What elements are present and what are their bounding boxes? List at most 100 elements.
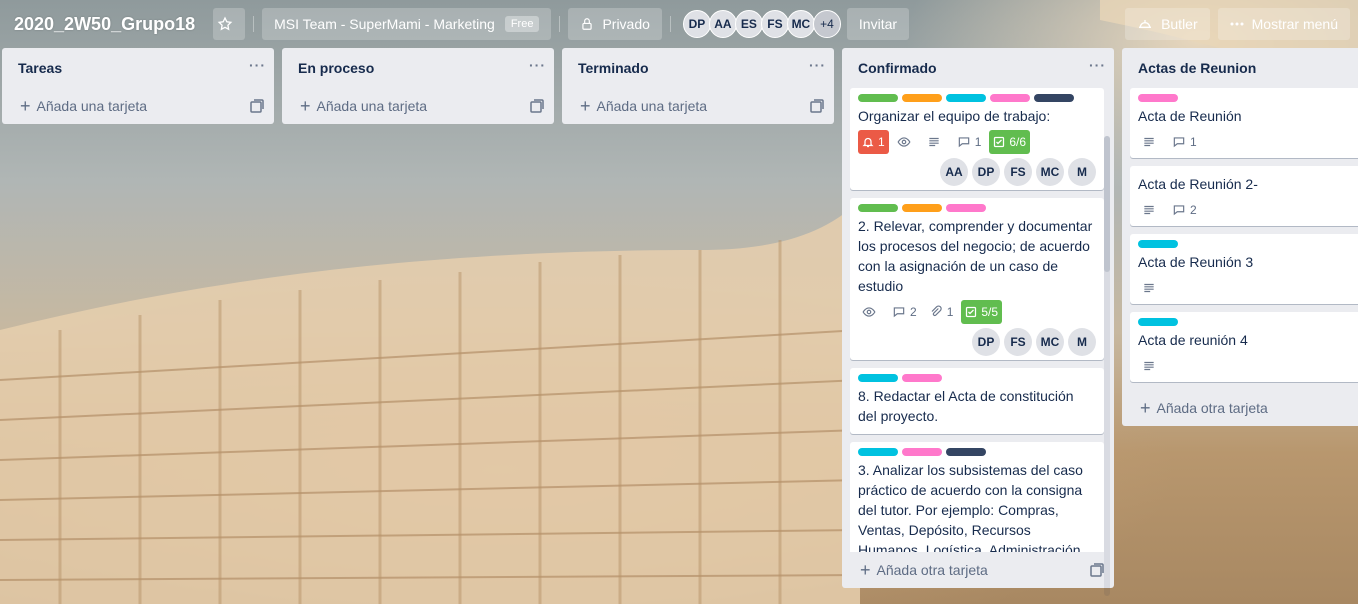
list-terminado: Terminado ··· + Añada una tarjeta (562, 48, 834, 124)
comment-icon (1173, 205, 1185, 216)
card[interactable]: Acta de Reunión 3 (1130, 234, 1358, 304)
header-separator (669, 16, 671, 32)
card-label[interactable] (1138, 318, 1178, 326)
card-labels (858, 204, 1096, 212)
list-menu-button[interactable]: ··· (809, 57, 826, 79)
card-label[interactable] (858, 204, 898, 212)
comment-icon (1173, 137, 1185, 148)
card[interactable]: Acta de Reunión 1 (1130, 88, 1358, 158)
due-badge[interactable]: 1 (858, 130, 889, 154)
description-badge (1138, 130, 1164, 154)
avatar[interactable]: AA (708, 10, 737, 38)
avatar[interactable]: FS (1004, 328, 1032, 356)
comment-icon (958, 137, 969, 148)
avatar[interactable]: MC (1036, 328, 1064, 356)
card[interactable]: 2. Relevar, comprender y documentar los … (850, 198, 1104, 360)
header-right: Butler Mostrar menú (1117, 8, 1350, 40)
list-title[interactable]: Actas de Reunion (1138, 60, 1256, 76)
card-label[interactable] (858, 94, 898, 102)
star-button[interactable] (213, 8, 246, 40)
card-label[interactable] (902, 374, 942, 382)
add-card-label: Añada otra tarjeta (876, 562, 988, 578)
add-card-button[interactable]: + Añada otra tarjeta (842, 552, 1114, 588)
ellipsis-icon (1230, 22, 1244, 26)
list-menu-button[interactable]: ··· (249, 57, 266, 79)
card-labels (858, 374, 1096, 382)
checklist-badge: 5/5 (961, 300, 1003, 324)
paperclip-icon (931, 305, 942, 317)
list-menu-button[interactable]: ··· (529, 57, 546, 79)
butler-icon (1139, 20, 1152, 28)
butler-button[interactable]: Butler (1125, 8, 1210, 40)
card-badges: 1 (1138, 130, 1350, 154)
avatar[interactable]: MC (786, 10, 815, 38)
card-badges: 2 1 5/5 (858, 300, 1096, 324)
more-members-button[interactable]: +4 (812, 10, 841, 38)
scrollbar-thumb[interactable] (1104, 136, 1110, 272)
checklist-badge: 6/6 (989, 130, 1031, 154)
card-label[interactable] (1034, 94, 1074, 102)
visibility-label: Privado (602, 16, 650, 32)
template-icon[interactable] (1090, 563, 1104, 577)
card-label[interactable] (858, 374, 898, 382)
list-title[interactable]: Terminado (578, 60, 649, 76)
card-label[interactable] (1138, 240, 1178, 248)
avatar[interactable]: DP (972, 158, 1000, 186)
butler-label: Butler (1161, 16, 1198, 32)
card-title: Acta de Reunión (1138, 108, 1242, 124)
card-label[interactable] (990, 94, 1030, 102)
avatar[interactable]: DP (972, 328, 1000, 356)
workspace-name: MSI Team - SuperMami - Marketing (274, 16, 495, 32)
card-badges: 1 1 6/6 (858, 130, 1096, 154)
workspace-button[interactable]: MSI Team - SuperMami - Marketing Free (262, 8, 552, 40)
card-label[interactable] (946, 204, 986, 212)
checklist-icon (966, 306, 977, 318)
card-label[interactable] (858, 448, 898, 456)
list-menu-button[interactable]: ··· (1089, 57, 1106, 79)
board-title[interactable]: 2020_2W50_Grupo18 (4, 8, 205, 40)
avatar[interactable]: ES (734, 10, 763, 38)
list-title[interactable]: Confirmado (858, 60, 937, 76)
add-card-button[interactable]: + Añada otra tarjeta (1122, 390, 1358, 426)
show-menu-button[interactable]: Mostrar menú (1217, 8, 1350, 40)
invite-button[interactable]: Invitar (846, 8, 910, 40)
add-card-label: Añada una tarjeta (596, 98, 708, 114)
template-icon[interactable] (250, 99, 264, 113)
header-separator (559, 16, 561, 32)
comment-icon (893, 307, 905, 318)
avatar[interactable]: M (1068, 158, 1096, 186)
card-label[interactable] (1138, 94, 1178, 102)
avatar[interactable]: FS (1004, 158, 1032, 186)
list-header: Terminado ··· (562, 48, 834, 88)
card-title: Acta de Reunión 2- (1138, 176, 1258, 192)
list-title[interactable]: En proceso (298, 60, 374, 76)
card[interactable]: Organizar el equipo de trabajo: 1 1 6/6 … (850, 88, 1104, 190)
card-label[interactable] (946, 94, 986, 102)
card-label[interactable] (902, 204, 942, 212)
template-icon[interactable] (530, 99, 544, 113)
card[interactable]: 3. Analizar los subsistemas del caso prá… (850, 442, 1104, 552)
add-card-button[interactable]: + Añada una tarjeta (2, 88, 274, 124)
avatar[interactable]: M (1068, 328, 1096, 356)
list-scrollbar[interactable] (1104, 136, 1110, 596)
template-icon[interactable] (810, 99, 824, 113)
avatar[interactable]: DP (682, 10, 711, 38)
list-title[interactable]: Tareas (18, 60, 62, 76)
card[interactable]: Acta de Reunión 2- 2 (1130, 166, 1358, 226)
card-label[interactable] (902, 94, 942, 102)
visibility-button[interactable]: Privado (568, 8, 662, 40)
avatar[interactable]: MC (1036, 158, 1064, 186)
comments-badge: 2 (888, 300, 921, 324)
card[interactable]: 8. Redactar el Acta de constitución del … (850, 368, 1104, 434)
card-label[interactable] (902, 448, 942, 456)
list-en-proceso: En proceso ··· + Añada una tarjeta (282, 48, 554, 124)
avatar[interactable]: FS (760, 10, 789, 38)
plus-icon: + (300, 96, 311, 116)
add-card-button[interactable]: + Añada una tarjeta (562, 88, 834, 124)
add-card-button[interactable]: + Añada una tarjeta (282, 88, 554, 124)
card-title: Acta de Reunión 3 (1138, 254, 1254, 270)
attachments-badge: 1 (925, 300, 958, 324)
card[interactable]: Acta de reunión 4 (1130, 312, 1358, 382)
avatar[interactable]: AA (940, 158, 968, 186)
card-label[interactable] (946, 448, 986, 456)
